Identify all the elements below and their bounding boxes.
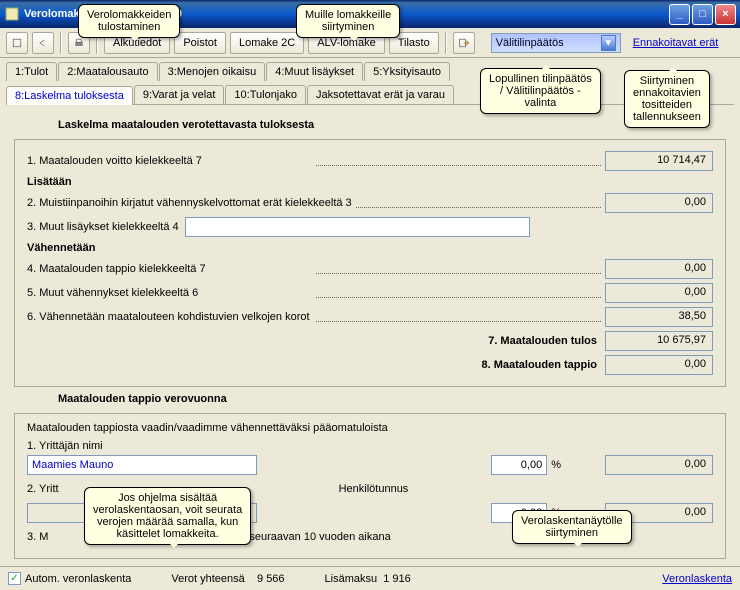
autom-veronlaskenta-checkbox[interactable]: ✓ Autom. veronlaskenta <box>8 572 131 585</box>
minimize-button[interactable]: _ <box>669 4 690 25</box>
exit-button[interactable] <box>453 32 475 54</box>
status-bar: ✓ Autom. veronlaskenta Verot yhteensä 9 … <box>0 566 740 590</box>
balloon-dropdown: Lopullinen tilinpäätös / Välitilinpäätös… <box>480 68 601 114</box>
y1-value: 0,00 <box>605 455 713 475</box>
row5-value: 0,00 <box>605 283 713 303</box>
tab-tulot[interactable]: 1:Tulot <box>6 62 57 81</box>
poistot-button[interactable]: Poistot <box>174 32 226 54</box>
henk-label: Henkilötunnus <box>339 483 409 495</box>
y1-pct-input[interactable] <box>491 455 547 475</box>
row3-suffix: si seuraavan 10 vuoden aikana <box>238 531 390 543</box>
row5-label: 5. Muut vähennykset kielekkeeltä 6 <box>27 287 312 299</box>
close-button[interactable]: × <box>715 4 736 25</box>
y1-label: 1. Yrittäjän nimi <box>27 440 713 452</box>
balloon-forms: Muille lomakkeille siirtyminen <box>296 4 400 38</box>
balloon-verolask-info: Jos ohjelma sisältää verolaskentaosan, v… <box>84 487 251 545</box>
section2-intro: Maatalouden tappiosta vaadin/vaadimme vä… <box>27 422 713 434</box>
veronlaskenta-link[interactable]: Veronlaskenta <box>662 573 732 585</box>
section2-title: Maatalouden tappio verovuonna <box>58 393 726 405</box>
row3-label: 3. Muut lisäykset kielekkeeltä 4 <box>27 221 179 233</box>
row1-value: 10 714,47 <box>605 151 713 171</box>
tab-jaksotettavat[interactable]: Jaksotettavat erät ja varau <box>307 85 454 104</box>
balloon-ennak: Siirtyminen ennakoitavien tositteiden ta… <box>624 70 710 128</box>
check-icon: ✓ <box>8 572 21 585</box>
tab-yksityisauto[interactable]: 5:Yksityisauto <box>364 62 450 81</box>
vahennetaan-header: Vähennetään <box>27 242 713 254</box>
undo-button[interactable] <box>32 32 54 54</box>
row2-label: 2. Muistiinpanoihin kirjatut vähennyskel… <box>27 197 352 209</box>
tilinpaatos-dropdown[interactable]: Välitilinpäätös ▾ <box>491 33 621 53</box>
lisataan-header: Lisätään <box>27 176 713 188</box>
y1-name-input[interactable] <box>27 455 257 475</box>
section1-box: 1. Maatalouden voitto kielekkeeltä 7 10 … <box>14 139 726 387</box>
chevron-down-icon: ▾ <box>601 35 616 51</box>
tab-laskelma-tuloksesta[interactable]: 8:Laskelma tuloksesta <box>6 86 133 105</box>
balloon-print: Verolomakkeiden tulostaminen <box>78 4 180 38</box>
row4-label: 4. Maatalouden tappio kielekkeeltä 7 <box>27 263 312 275</box>
row3-prefix: 3. M <box>27 531 48 543</box>
check-label: Autom. veronlaskenta <box>25 573 131 585</box>
tool-button-1[interactable] <box>6 32 28 54</box>
row7-label: 7. Maatalouden tulos <box>27 335 605 347</box>
row1-label: 1. Maatalouden voitto kielekkeeltä 7 <box>27 155 312 167</box>
row8-label: 8. Maatalouden tappio <box>27 359 605 371</box>
dropdown-value: Välitilinpäätös <box>496 37 601 49</box>
y2-label: 2. Yritt <box>27 483 59 495</box>
tab-tulonjako[interactable]: 10:Tulonjako <box>225 85 306 104</box>
row4-value: 0,00 <box>605 259 713 279</box>
row7-value: 10 675,97 <box>605 331 713 351</box>
lomake-2c-button[interactable]: Lomake 2C <box>230 32 304 54</box>
balloon-verolask-link: Verolaskentanäytölle siirtyminen <box>512 510 632 544</box>
app-icon <box>4 6 20 22</box>
row2-value: 0,00 <box>605 193 713 213</box>
row3-input[interactable] <box>185 217 530 237</box>
tab-menojen-oikaisu[interactable]: 3:Menojen oikaisu <box>159 62 266 81</box>
row8-value: 0,00 <box>605 355 713 375</box>
tab-muut-lisaykset[interactable]: 4:Muut lisäykset <box>266 62 363 81</box>
tab-varat-velat[interactable]: 9:Varat ja velat <box>134 85 225 104</box>
maximize-button[interactable]: □ <box>692 4 713 25</box>
tab-maatalousauto[interactable]: 2:Maatalousauto <box>58 62 157 81</box>
row6-value: 38,50 <box>605 307 713 327</box>
row6-label: 6. Vähennetään maatalouteen kohdistuvien… <box>27 311 312 323</box>
ennakoitavat-link[interactable]: Ennakoitavat erät <box>633 37 719 49</box>
